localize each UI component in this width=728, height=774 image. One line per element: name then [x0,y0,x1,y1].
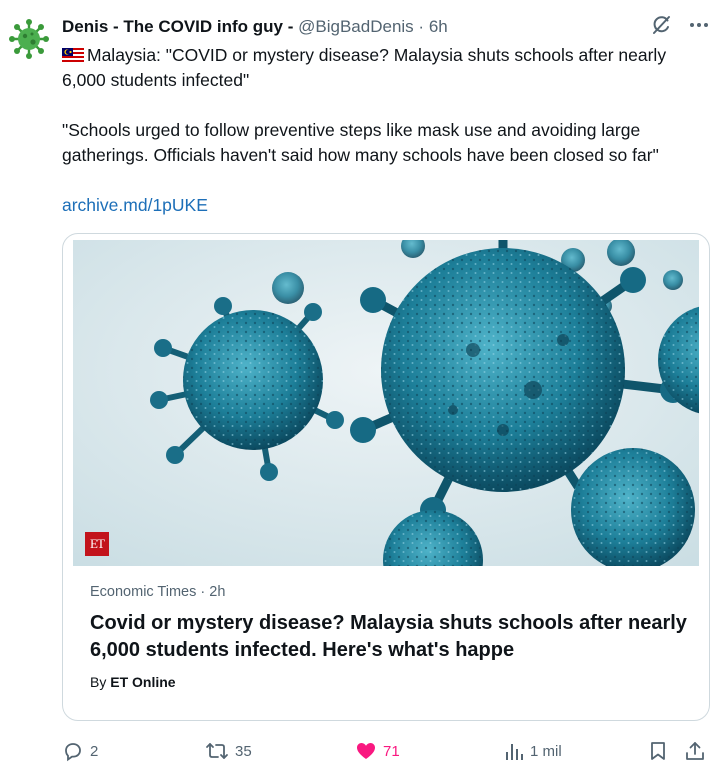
bookmark-button[interactable] [648,740,668,762]
like-button[interactable]: 71 [355,740,400,762]
header-actions [650,14,710,36]
retweet-count: 35 [235,742,252,760]
views-count: 1 mil [530,742,562,760]
byline-prefix: By [90,674,107,690]
card-byline: By ET Online [90,674,176,690]
author-name[interactable]: Denis - The COVID info guy - [62,17,293,36]
more-options-icon[interactable] [688,14,710,36]
card-title[interactable]: Covid or mystery disease? Malaysia shuts… [90,610,690,664]
views-button[interactable]: 1 mil [504,740,562,762]
bookmark-icon [651,742,665,760]
coronavirus-image [73,240,699,566]
like-count: 71 [383,742,400,760]
card-meta-separator: · [200,584,206,600]
retweet-button[interactable]: 35 [205,740,252,762]
link-preview-card[interactable]: ET Economic Times · 2h Covid or mystery … [62,233,710,721]
tweet-link[interactable]: archive.md/1pUKE [62,195,208,215]
heart-icon [357,743,375,759]
header-separator: · [418,17,425,36]
reply-button[interactable]: 2 [62,740,98,762]
author-avatar[interactable] [8,18,50,60]
grok-icon[interactable] [650,14,672,36]
tweet-paragraph-1-text: Malaysia: "COVID or mystery disease? Mal… [62,45,667,90]
tweet-time[interactable]: 6h [429,17,448,36]
byline-author: ET Online [110,674,176,690]
tweet-paragraph-2: "Schools urged to follow preventive step… [62,120,659,165]
reply-icon [65,743,81,762]
card-age: 2h [209,584,226,600]
tweet-paragraph-1: Malaysia: "COVID or mystery disease? Mal… [62,43,712,93]
reply-count: 2 [90,742,99,760]
share-button[interactable] [684,740,706,762]
et-logo-badge: ET [85,532,109,556]
retweet-icon [206,743,228,759]
author-handle[interactable]: @BigBadDenis [298,17,414,36]
card-image[interactable]: ET [73,240,699,566]
malaysia-flag-icon [62,48,84,62]
tweet-text: Malaysia: "COVID or mystery disease? Mal… [62,43,712,218]
tweet-header: Denis - The COVID info guy - @BigBadDeni… [62,16,668,40]
virus-avatar-icon [9,19,49,59]
tweet-action-bar: 2 35 71 1 mil [62,740,714,764]
share-icon [686,742,704,760]
card-source-meta: Economic Times · 2h [90,584,225,600]
views-chart-icon [506,744,523,760]
card-source: Economic Times [90,584,197,600]
